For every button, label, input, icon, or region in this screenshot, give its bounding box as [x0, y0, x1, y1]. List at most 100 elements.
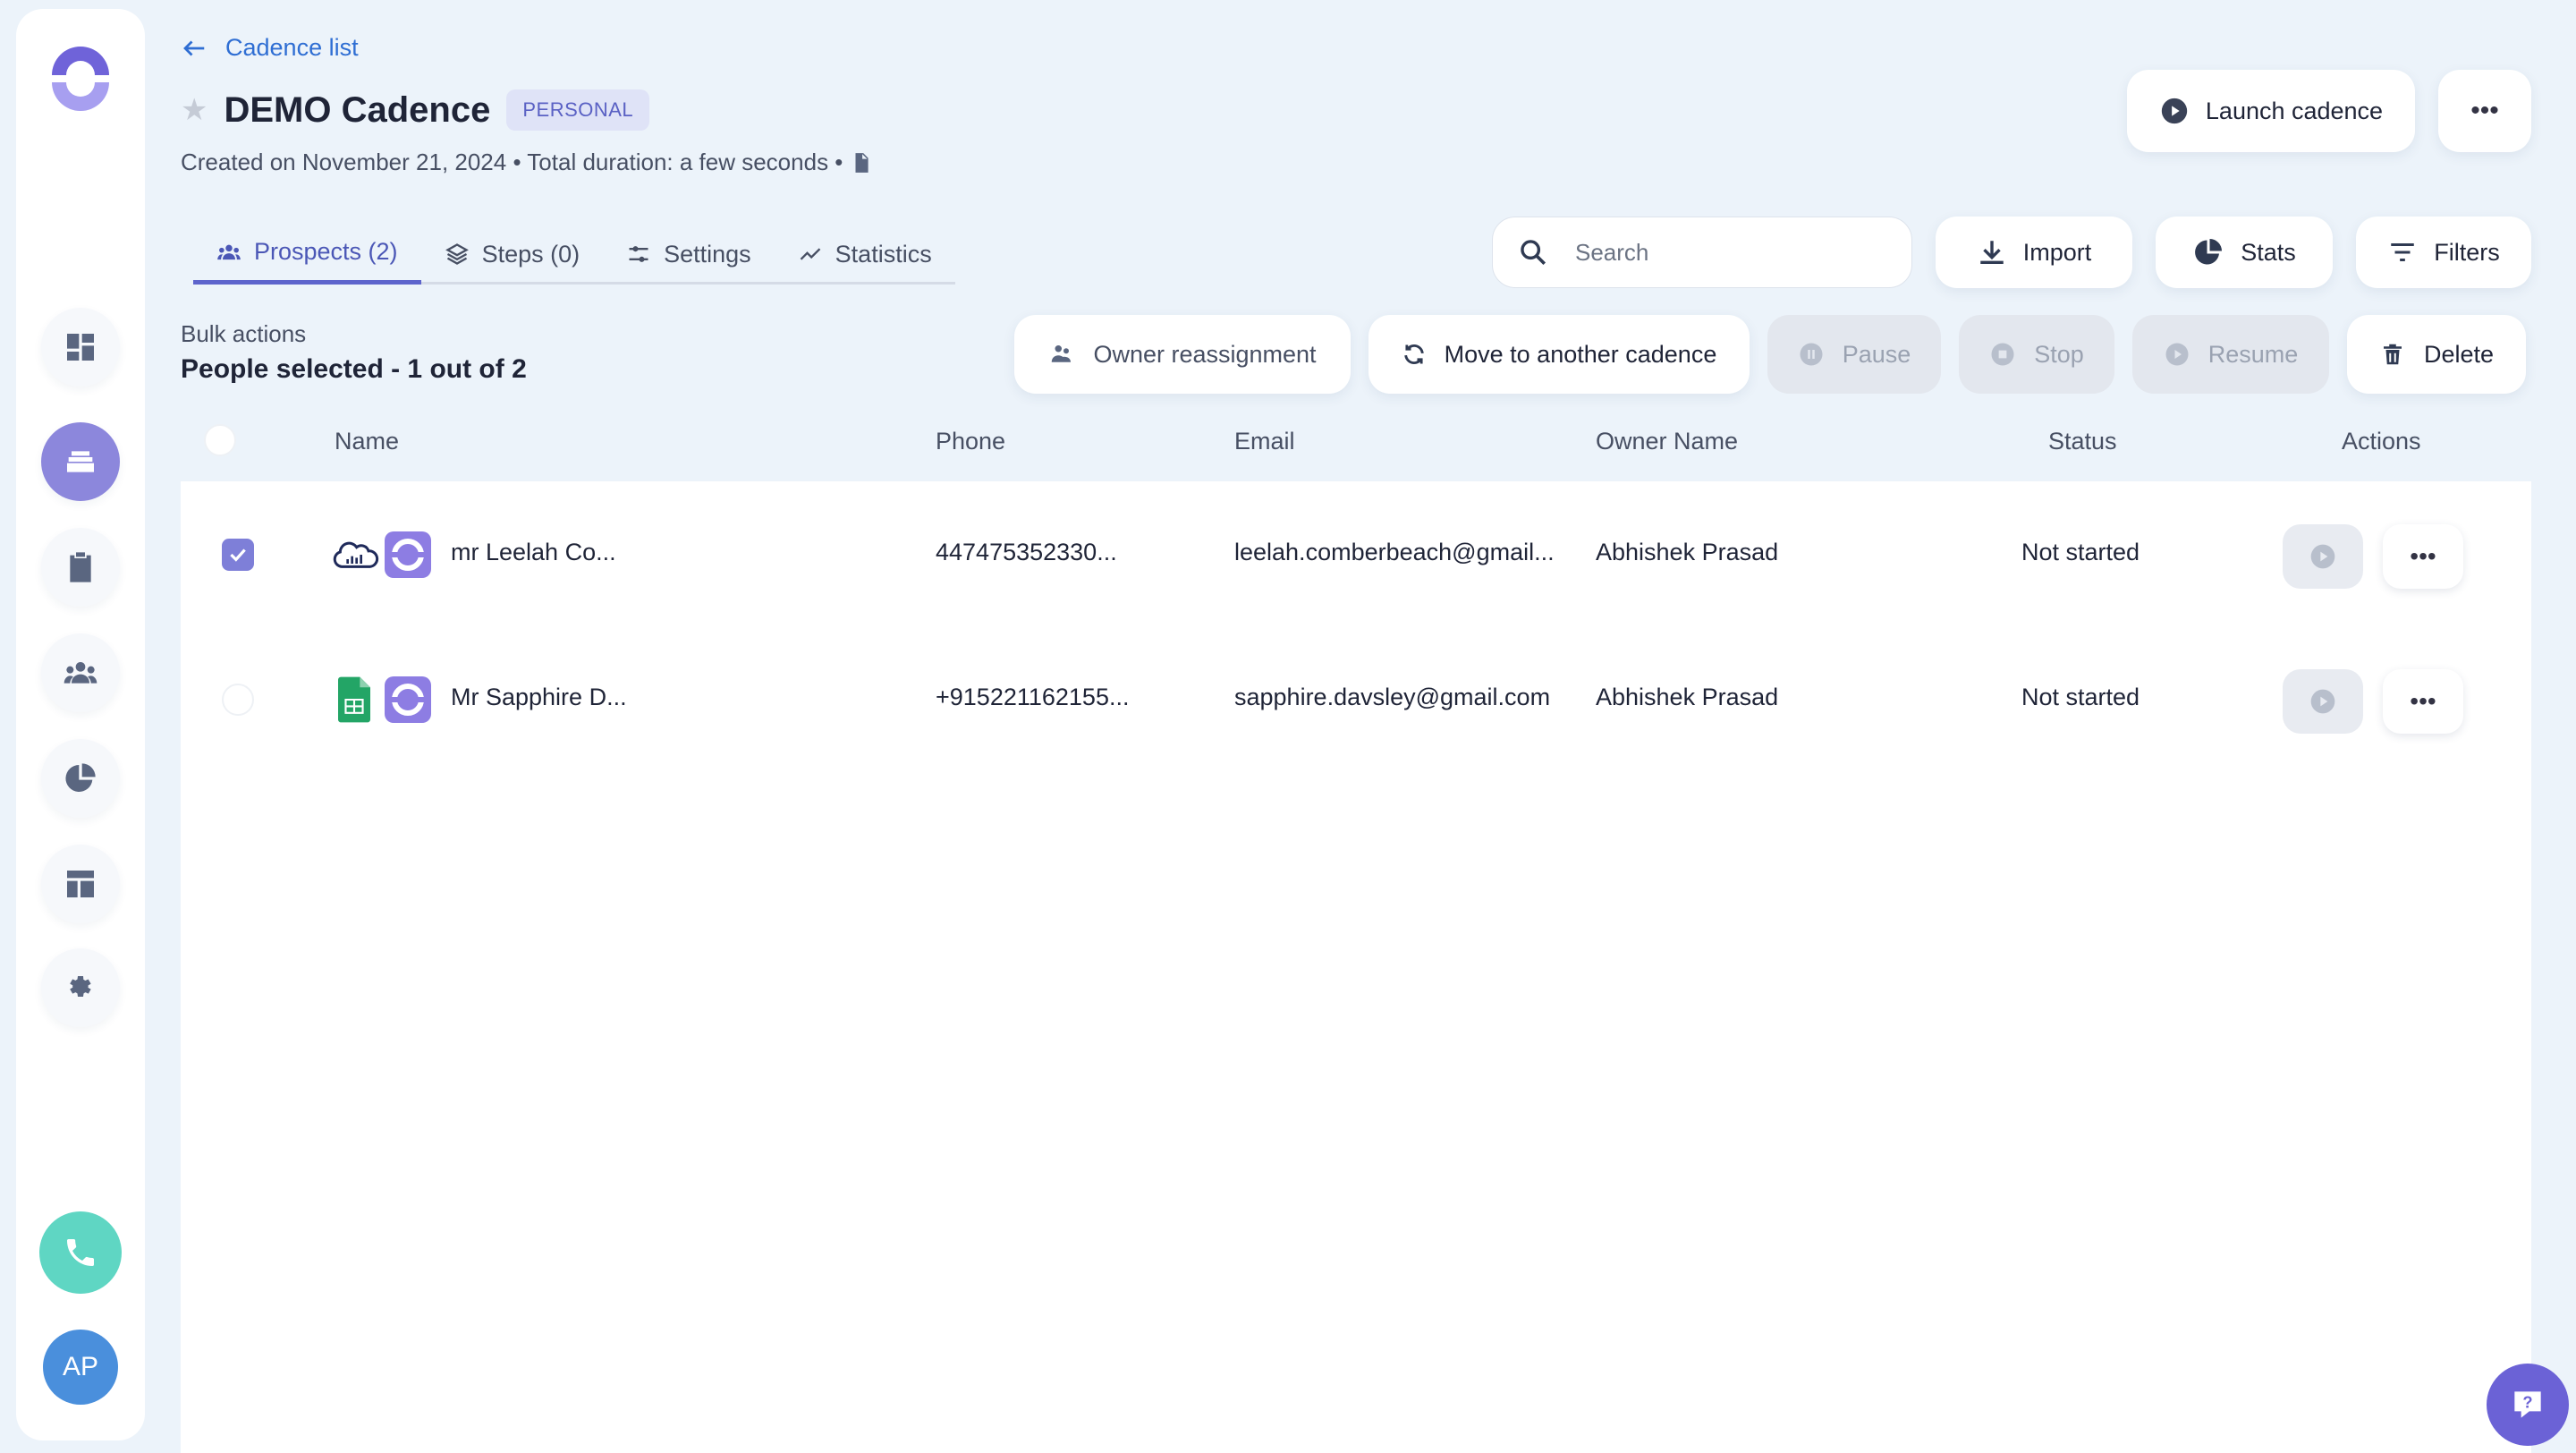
play-circle-icon — [2310, 689, 2335, 714]
search-icon — [1521, 240, 1546, 266]
prospect-owner: Abhishek Prasad — [1596, 684, 1779, 710]
cadence-meta-text: Created on November 21, 2024 • Total dur… — [181, 149, 843, 175]
row-checkbox[interactable] — [222, 684, 254, 716]
stop-circle-icon — [1991, 343, 2014, 366]
people-icon — [217, 244, 241, 259]
launch-cadence-label: Launch cadence — [2205, 97, 2384, 124]
user-avatar[interactable]: AP — [43, 1330, 118, 1405]
prospect-status: Not started — [2021, 684, 2140, 710]
app-logo-icon[interactable] — [47, 45, 114, 113]
prospect-name[interactable]: Mr Sapphire D... — [451, 684, 627, 711]
cadence-tabs: Prospects (2) Steps (0) Settings Statist… — [193, 224, 955, 285]
play-circle-icon — [2161, 98, 2188, 124]
delete-label: Delete — [2423, 340, 2495, 368]
tab-statistics[interactable]: Statistics — [775, 224, 955, 285]
pause-circle-icon — [1800, 343, 1823, 366]
sidebar-item-cadences[interactable] — [41, 422, 120, 501]
sidebar-item-dashboard[interactable] — [41, 308, 120, 387]
sidebar-item-people[interactable] — [41, 633, 120, 712]
document-icon[interactable] — [850, 151, 873, 174]
reports-icon — [65, 763, 96, 792]
pie-chart-icon — [2195, 239, 2223, 265]
select-all-checkbox[interactable] — [204, 424, 236, 456]
more-horizontal-icon: ••• — [2410, 542, 2436, 570]
app-source-icon — [385, 531, 431, 578]
svg-text:?: ? — [2522, 1393, 2532, 1412]
help-chat-icon: ? — [2514, 1391, 2541, 1418]
more-options-button[interactable]: ••• — [2438, 70, 2531, 152]
column-owner-name: Owner Name — [1596, 428, 1739, 455]
sidebar: AP — [16, 9, 145, 1440]
cadences-icon — [67, 451, 94, 472]
search-box — [1492, 217, 1912, 288]
more-horizontal-icon: ••• — [2410, 687, 2436, 715]
search-input[interactable] — [1575, 238, 1861, 267]
table-row[interactable]: Mr Sapphire D... +915221162155... sapphi… — [181, 626, 2531, 771]
tab-settings[interactable]: Settings — [603, 224, 775, 285]
resume-button[interactable]: Resume — [2132, 315, 2329, 394]
import-label: Import — [2022, 238, 2092, 266]
favorite-star-icon[interactable]: ★ — [181, 92, 208, 128]
phone-dialer-button[interactable] — [39, 1211, 122, 1294]
sidebar-item-settings[interactable] — [41, 948, 120, 1027]
prospect-email: leelah.comberbeach@gmail... — [1234, 539, 1555, 565]
row-more-button[interactable]: ••• — [2383, 669, 2463, 734]
selection-count: People selected - 1 out of 2 — [181, 354, 527, 384]
tab-statistics-label: Statistics — [835, 240, 932, 268]
prospect-status: Not started — [2021, 539, 2140, 565]
page-title: DEMO Cadence — [224, 89, 491, 130]
download-icon — [1979, 241, 2004, 265]
row-resume-button[interactable] — [2283, 669, 2363, 734]
row-more-button[interactable]: ••• — [2383, 524, 2463, 589]
move-to-another-cadence-button[interactable]: Move to another cadence — [1368, 315, 1750, 394]
delete-button[interactable]: Delete — [2347, 315, 2526, 394]
tab-steps[interactable]: Steps (0) — [421, 224, 604, 285]
layers-icon — [445, 243, 469, 265]
stats-button[interactable]: Stats — [2156, 217, 2333, 288]
salesforce-cloud-icon — [333, 541, 379, 568]
tab-prospects-label: Prospects (2) — [254, 238, 398, 265]
app-source-icon — [385, 676, 431, 723]
people-icon — [64, 662, 97, 684]
move-to-another-cadence-label: Move to another cadence — [1444, 340, 1717, 368]
row-resume-button[interactable] — [2283, 524, 2363, 589]
import-button[interactable]: Import — [1936, 217, 2132, 288]
refresh-icon — [1403, 344, 1424, 364]
column-email: Email — [1234, 428, 1295, 455]
play-circle-icon — [2310, 544, 2335, 569]
visibility-badge: PERSONAL — [506, 89, 650, 131]
pause-button[interactable]: Pause — [1767, 315, 1941, 394]
google-sheets-icon — [338, 676, 370, 723]
cadence-meta: Created on November 21, 2024 • Total dur… — [181, 149, 873, 176]
checkmark-icon — [230, 548, 246, 562]
pause-label: Pause — [1842, 340, 1911, 368]
help-button[interactable]: ? — [2487, 1364, 2569, 1446]
play-circle-icon — [2165, 343, 2189, 366]
people-icon — [1052, 345, 1072, 362]
launch-cadence-button[interactable]: Launch cadence — [2127, 70, 2415, 152]
column-name: Name — [335, 428, 400, 455]
back-to-cadence-list-link[interactable]: Cadence list — [181, 34, 359, 62]
sidebar-item-tasks[interactable] — [41, 528, 120, 607]
owner-reassignment-button[interactable]: Owner reassignment — [1014, 315, 1351, 394]
filters-button[interactable]: Filters — [2356, 217, 2531, 288]
back-link-label: Cadence list — [225, 34, 359, 61]
row-checkbox[interactable] — [222, 539, 254, 571]
trash-icon — [2383, 344, 2402, 365]
table-row[interactable]: mr Leelah Co... 447475352330... leelah.c… — [181, 481, 2531, 626]
phone-icon — [67, 1239, 94, 1266]
prospect-name[interactable]: mr Leelah Co... — [451, 539, 616, 566]
prospect-phone: 447475352330... — [936, 539, 1117, 565]
sidebar-item-reports[interactable] — [41, 739, 120, 818]
tab-prospects[interactable]: Prospects (2) — [193, 224, 421, 285]
resume-label: Resume — [2207, 340, 2299, 368]
settings-icon — [70, 976, 91, 997]
sliders-icon — [629, 246, 648, 262]
title-row: ★ DEMO Cadence PERSONAL — [181, 89, 650, 131]
stop-button[interactable]: Stop — [1959, 315, 2114, 394]
more-horizontal-icon: ••• — [2470, 96, 2499, 125]
bulk-actions-label: Bulk actions — [181, 320, 307, 347]
filter-lines-icon — [2391, 242, 2414, 262]
sidebar-item-templates[interactable] — [41, 845, 120, 923]
stop-label: Stop — [2034, 340, 2084, 368]
